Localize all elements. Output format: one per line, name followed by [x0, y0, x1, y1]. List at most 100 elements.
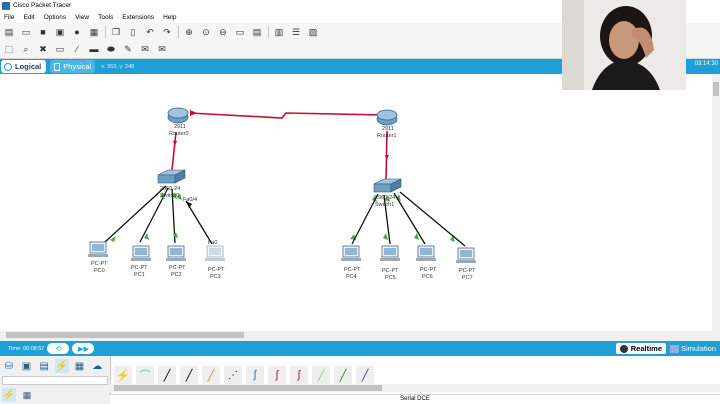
notes-icon[interactable]: ☰ [290, 26, 302, 38]
logical-workspace[interactable]: 2911 Router0 2911 Router1 2960-24 Switch… [0, 74, 720, 336]
power-cycle-button[interactable]: ⟲ [47, 343, 70, 354]
physical-label: Physical [63, 62, 92, 71]
pc-screen [92, 244, 104, 251]
misc-icon[interactable]: ▦ [73, 359, 87, 373]
router0[interactable]: 2911 Router0 [167, 107, 189, 137]
pc-3[interactable]: Fa0 PC-PT PC3 [205, 240, 225, 280]
save-icon[interactable]: ■ [37, 26, 49, 38]
custom-device-icon[interactable]: ▤ [251, 26, 263, 38]
crossover-cable-icon[interactable]: ╱ [180, 366, 198, 384]
menu-tools[interactable]: Tools [98, 14, 113, 21]
resize-icon[interactable]: ▭ [54, 44, 66, 56]
menu-extensions[interactable]: Extensions [122, 14, 154, 21]
fast-forward-button[interactable]: ▶▶ [72, 343, 95, 354]
switch0[interactable]: 2960-24 Switch0 Fa0/4 [157, 169, 197, 203]
info-icon[interactable]: ● [71, 26, 83, 38]
ellipse-tool-icon[interactable]: ⬬ [105, 44, 117, 56]
connection-types-scrollbar[interactable] [110, 384, 720, 392]
pc-1[interactable]: PC-PT PC1 [131, 245, 151, 278]
cursor-coordinates: x: 353, y: 248 [101, 63, 135, 70]
subcategory-field[interactable] [2, 376, 108, 385]
serial-link[interactable] [189, 112, 386, 119]
auto-connection-icon[interactable]: ⚡ [114, 366, 132, 384]
realtime-mode-button[interactable]: Realtime [615, 343, 666, 354]
inspect-icon[interactable]: ⌕ [20, 44, 32, 56]
menu-file[interactable]: File [4, 14, 14, 21]
network-devices-icon[interactable]: ⛁ [2, 359, 16, 373]
router0-switch0-link[interactable] [171, 131, 177, 171]
zoom-in-icon[interactable]: ⊕ [183, 26, 195, 38]
drawing-palette-icon[interactable]: ▭ [234, 26, 246, 38]
multiuser-icon[interactable]: ☁ [90, 359, 104, 373]
scroll-thumb[interactable] [6, 332, 244, 338]
physical-tab[interactable]: Physical [50, 60, 96, 73]
undo-icon[interactable]: ↶ [144, 26, 156, 38]
logical-tab[interactable]: Logical [1, 60, 47, 73]
connections-subcategory-icon[interactable]: ⚡ [2, 388, 16, 402]
open-folder-icon[interactable]: ▭ [20, 26, 32, 38]
menu-options[interactable]: Options [44, 14, 66, 21]
paste-icon[interactable]: ▯ [127, 26, 139, 38]
pc-base [456, 260, 476, 263]
delete-icon[interactable]: ✖ [37, 44, 49, 56]
zoom-reset-icon[interactable]: ⊙ [200, 26, 212, 38]
pc-7[interactable]: PC-PT PC7 [456, 247, 476, 281]
network-wizard-icon[interactable]: ▦ [88, 26, 100, 38]
pc-5[interactable]: PC-PT PC5 [380, 245, 400, 281]
rectangle-tool-icon[interactable]: ▬ [88, 44, 100, 56]
copy-icon[interactable]: ❐ [110, 26, 122, 38]
connections-icon[interactable]: ⚡ [55, 359, 69, 373]
zoom-out-icon[interactable]: ⊖ [217, 26, 229, 38]
line-tool-icon[interactable]: ∕ [71, 44, 83, 56]
switch1[interactable]: 2960-24 Switch1 [373, 178, 402, 208]
simulation-mode-button[interactable]: Simulation [668, 343, 718, 354]
toolbar-divider [268, 26, 269, 38]
pc4-name: PC4 [346, 274, 357, 280]
switch0-model: 2960-24 [160, 186, 180, 192]
image-icon[interactable]: ▨ [307, 26, 319, 38]
scroll-thumb[interactable] [713, 82, 719, 96]
phone-cable-icon[interactable]: ⋰ [224, 366, 242, 384]
pc0-link[interactable] [104, 185, 167, 243]
viewport-icon[interactable]: ▥ [273, 26, 285, 38]
console-cable-icon[interactable]: ⌒ [136, 366, 154, 384]
pc3-link[interactable] [185, 200, 213, 245]
structured-cabling-icon[interactable]: ▦ [20, 388, 34, 402]
building-icon [54, 62, 61, 71]
redo-icon[interactable]: ↷ [161, 26, 173, 38]
pc-screen [384, 248, 396, 255]
router1[interactable]: 2911 Router1 [376, 109, 398, 139]
straight-through-cable-icon[interactable]: ╱ [158, 366, 176, 384]
device-categories: ⛁ ▣ ▤ ⚡ ▦ ☁ [0, 356, 108, 376]
pc-0[interactable]: PC-PT PC0 [88, 241, 108, 274]
workspace-horizontal-scrollbar[interactable] [0, 331, 720, 339]
webcam-wall [562, 0, 584, 90]
pc-6[interactable]: PC-PT PC6 [416, 245, 437, 280]
menu-edit[interactable]: Edit [23, 14, 34, 21]
serial-dce-cable-icon[interactable]: ʃ [268, 366, 286, 384]
octal-cable-icon[interactable]: ╱ [312, 366, 330, 384]
components-icon[interactable]: ▤ [37, 359, 51, 373]
scroll-thumb[interactable] [114, 385, 382, 391]
coaxial-cable-icon[interactable]: ∫ [246, 366, 264, 384]
workspace-vertical-scrollbar[interactable] [712, 74, 720, 332]
pc-2[interactable]: PC-PT PC2 [166, 245, 186, 278]
pc-base [166, 258, 186, 261]
iot-cable-icon[interactable]: ╱ [334, 366, 352, 384]
simulation-label: Simulation [680, 344, 716, 353]
end-devices-icon[interactable]: ▣ [20, 359, 34, 373]
menu-view[interactable]: View [75, 14, 89, 21]
pc-4[interactable]: PC-PT PC4 [341, 245, 361, 280]
freeform-tool-icon[interactable]: ✎ [122, 44, 134, 56]
new-file-icon[interactable]: ▤ [3, 26, 15, 38]
fiber-cable-icon[interactable]: ╱ [202, 366, 220, 384]
switch0-port-label: Fa0/4 [183, 197, 197, 203]
print-icon[interactable]: ▣ [54, 26, 66, 38]
add-complex-pdu-icon[interactable]: ✉ [156, 44, 168, 56]
select-icon[interactable]: ⬚ [3, 44, 15, 56]
add-simple-pdu-icon[interactable]: ✉ [139, 44, 151, 56]
usb-cable-icon[interactable]: ╱ [356, 366, 374, 384]
topology-canvas[interactable]: 2911 Router0 2911 Router1 2960-24 Switch… [0, 74, 720, 336]
serial-dte-cable-icon[interactable]: ʃ [290, 366, 308, 384]
menu-help[interactable]: Help [163, 14, 176, 21]
